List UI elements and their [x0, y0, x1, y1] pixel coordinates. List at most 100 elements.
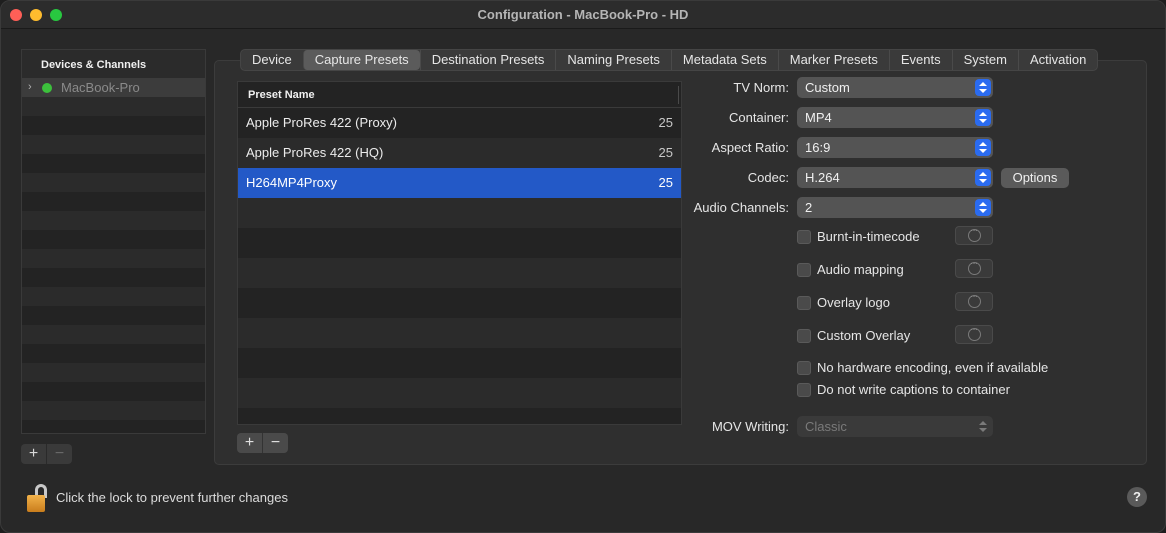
- no-hardware-encoding-checkbox[interactable]: [797, 361, 811, 375]
- tab-capture-presets[interactable]: Capture Presets: [302, 50, 420, 70]
- tab-bar: Device Capture Presets Destination Prese…: [240, 49, 1099, 71]
- overlay-logo-label: Overlay logo: [817, 295, 890, 310]
- popup-chevron-icon: [975, 199, 991, 216]
- table-row-selected[interactable]: H264MP4Proxy 25: [238, 168, 681, 198]
- tab-destination-presets[interactable]: Destination Presets: [419, 50, 556, 70]
- sidebar-empty-row: [22, 211, 205, 230]
- ellipsis-circle-icon: [968, 225, 981, 242]
- add-preset-button[interactable]: +: [237, 433, 262, 453]
- container-popup[interactable]: MP4: [797, 107, 993, 128]
- empty-row: [238, 228, 681, 258]
- no-captions-checkbox[interactable]: [797, 383, 811, 397]
- sidebar-empty-row: [22, 192, 205, 211]
- empty-row: [238, 258, 681, 288]
- sidebar-empty-row: [22, 306, 205, 325]
- popup-chevron-icon: [975, 79, 991, 96]
- sidebar-item-macbook-pro[interactable]: › MacBook-Pro: [22, 78, 205, 97]
- sidebar-empty-row: [22, 401, 205, 420]
- tab-activation[interactable]: Activation: [1017, 50, 1097, 70]
- no-captions-label: Do not write captions to container: [817, 382, 1010, 397]
- sidebar-header: Devices & Channels: [22, 50, 205, 78]
- burnt-in-timecode-checkbox[interactable]: [797, 230, 811, 244]
- custom-overlay-checkbox[interactable]: [797, 329, 811, 343]
- preset-add-remove-control: + −: [237, 433, 288, 453]
- tab-naming-presets[interactable]: Naming Presets: [555, 50, 670, 70]
- lock-status-text: Click the lock to prevent further change…: [56, 490, 288, 505]
- sidebar-empty-row: [22, 382, 205, 401]
- audio-channels-popup[interactable]: 2: [797, 197, 993, 218]
- status-dot-icon: [42, 83, 52, 93]
- sidebar-add-remove-control: + −: [21, 444, 72, 464]
- popup-chevron-icon: [975, 169, 991, 186]
- sidebar-empty-row: [22, 116, 205, 135]
- sidebar-empty-row: [22, 154, 205, 173]
- ellipsis-circle-icon: [968, 258, 981, 275]
- popup-chevron-icon: [975, 139, 991, 156]
- sidebar-empty-row: [22, 325, 205, 344]
- custom-overlay-label: Custom Overlay: [817, 328, 911, 343]
- sidebar-empty-row: [22, 173, 205, 192]
- sidebar-empty-row: [22, 287, 205, 306]
- custom-overlay-settings-button[interactable]: [955, 324, 993, 344]
- container-value: MP4: [805, 110, 832, 125]
- sidebar-empty-row: [22, 363, 205, 382]
- audio-mapping-settings-button[interactable]: [955, 258, 993, 278]
- tab-system[interactable]: System: [951, 50, 1018, 70]
- aspect-ratio-popup[interactable]: 16:9: [797, 137, 993, 158]
- empty-row: [238, 198, 681, 228]
- audio-channels-label: Audio Channels:: [693, 200, 789, 215]
- sidebar-empty-row: [22, 420, 205, 433]
- tab-marker-presets[interactable]: Marker Presets: [777, 50, 889, 70]
- title-bar: Configuration - MacBook-Pro - HD: [1, 1, 1165, 29]
- empty-row: [238, 288, 681, 318]
- popup-chevron-icon: [975, 109, 991, 126]
- audio-mapping-label: Audio mapping: [817, 262, 904, 277]
- help-button[interactable]: ?: [1127, 487, 1147, 507]
- disclosure-triangle-icon[interactable]: ›: [28, 81, 32, 93]
- sidebar-empty-row: [22, 344, 205, 363]
- sidebar-empty-row: [22, 268, 205, 287]
- burnt-in-timecode-settings-button[interactable]: [955, 225, 993, 245]
- tab-device[interactable]: Device: [241, 50, 303, 70]
- tv-norm-label: TV Norm:: [733, 80, 789, 95]
- codec-options-button[interactable]: Options: [1001, 168, 1069, 188]
- sidebar-empty-row: [22, 249, 205, 268]
- preset-name: Apple ProRes 422 (HQ): [246, 145, 384, 160]
- aspect-ratio-value: 16:9: [805, 140, 831, 155]
- empty-row: [238, 348, 681, 378]
- overlay-logo-checkbox[interactable]: [797, 296, 811, 310]
- overlay-logo-settings-button[interactable]: [955, 291, 993, 311]
- burnt-in-timecode-label: Burnt-in-timecode: [817, 229, 920, 244]
- tv-norm-value: Custom: [805, 80, 850, 95]
- column-header-preset-name: Preset Name: [248, 89, 315, 101]
- devices-sidebar: Devices & Channels › MacBook-Pro: [21, 49, 206, 434]
- window-title: Configuration - MacBook-Pro - HD: [477, 7, 689, 22]
- tab-metadata-sets[interactable]: Metadata Sets: [670, 50, 778, 70]
- table-row[interactable]: Apple ProRes 422 (Proxy) 25: [238, 108, 681, 138]
- sidebar-empty-row: [22, 135, 205, 154]
- presets-table: Preset Name Apple ProRes 422 (Proxy) 25 …: [237, 81, 682, 425]
- audio-channels-value: 2: [805, 200, 813, 215]
- preset-name: H264MP4Proxy: [246, 175, 338, 190]
- add-device-button[interactable]: +: [21, 444, 46, 464]
- table-header[interactable]: Preset Name: [238, 82, 681, 108]
- configuration-window: Configuration - MacBook-Pro - HD Devices…: [0, 0, 1166, 533]
- device-label: MacBook-Pro: [61, 80, 140, 95]
- mov-writing-label: MOV Writing:: [711, 419, 789, 434]
- ellipsis-circle-icon: [968, 291, 981, 308]
- sidebar-empty-row: [22, 97, 205, 116]
- lock-icon[interactable]: [27, 484, 47, 514]
- codec-value: H.264: [805, 170, 840, 185]
- tv-norm-popup[interactable]: Custom: [797, 77, 993, 98]
- audio-mapping-checkbox[interactable]: [797, 263, 811, 277]
- empty-row: [238, 408, 681, 424]
- mov-writing-popup[interactable]: Classic: [797, 416, 993, 437]
- empty-row: [238, 378, 681, 408]
- tab-events[interactable]: Events: [888, 50, 952, 70]
- codec-popup[interactable]: H.264: [797, 167, 993, 188]
- mov-writing-value: Classic: [805, 419, 847, 434]
- remove-preset-button[interactable]: −: [262, 433, 288, 453]
- aspect-ratio-label: Aspect Ratio:: [711, 140, 789, 155]
- remove-device-button[interactable]: −: [46, 444, 72, 464]
- table-row[interactable]: Apple ProRes 422 (HQ) 25: [238, 138, 681, 168]
